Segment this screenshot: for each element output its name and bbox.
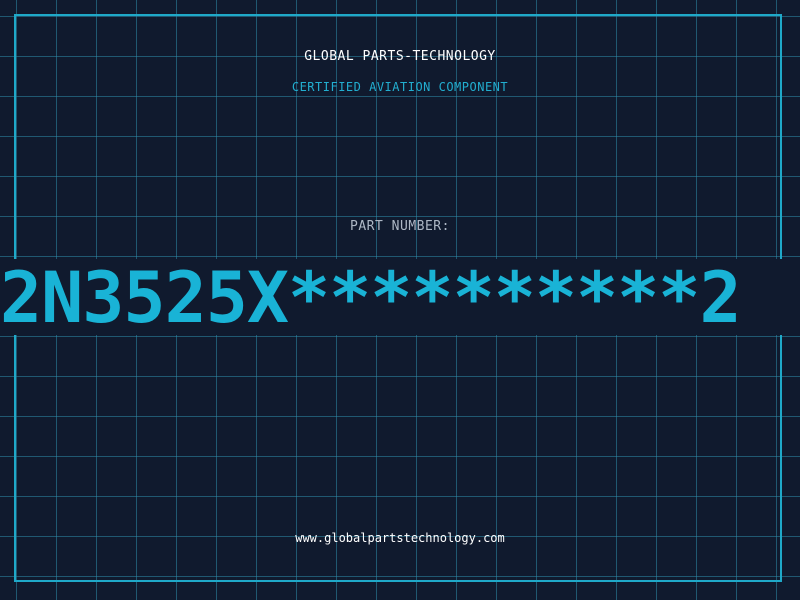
website-link[interactable]: www.globalpartstechnology.com bbox=[0, 531, 800, 545]
certificate-card: GLOBAL PARTS-TECHNOLOGY CERTIFIED AVIATI… bbox=[0, 0, 800, 600]
part-number-value: 2N3525X**********2 bbox=[0, 259, 742, 335]
company-name: GLOBAL PARTS-TECHNOLOGY bbox=[304, 49, 496, 64]
part-number-band: 2N3525X**********2 bbox=[0, 259, 800, 335]
certification-subtitle: CERTIFIED AVIATION COMPONENT bbox=[291, 80, 509, 94]
part-number-label: PART NUMBER: bbox=[350, 219, 450, 234]
